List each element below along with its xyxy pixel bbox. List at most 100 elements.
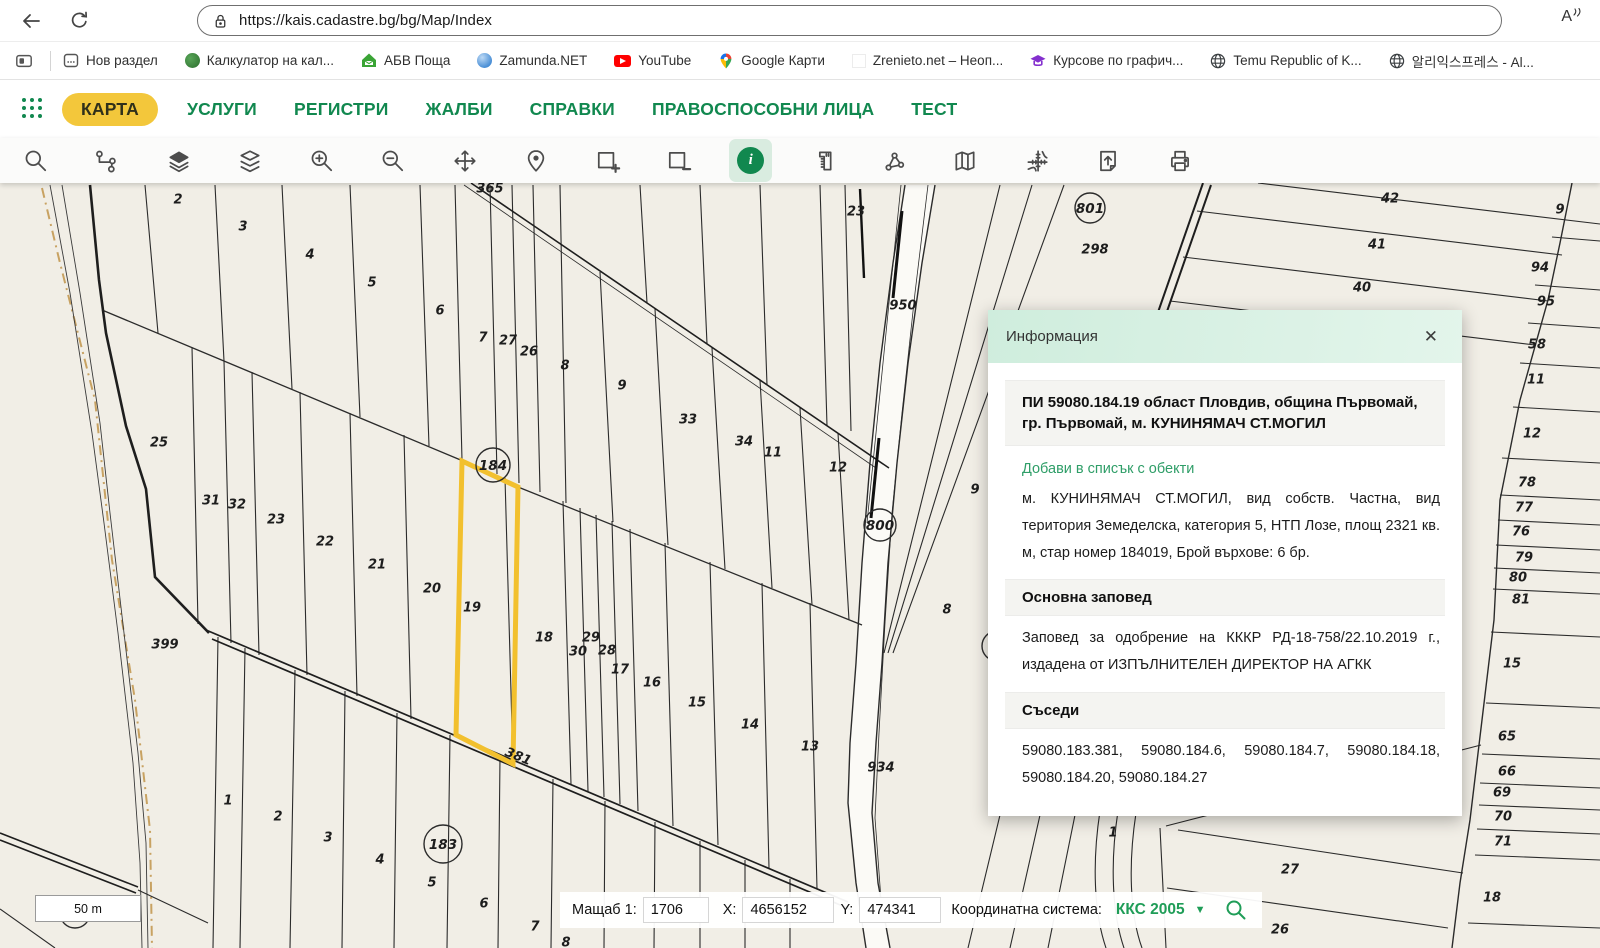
y-input[interactable] <box>859 897 941 923</box>
svg-text:23: 23 <box>267 513 285 528</box>
kais-cadastre-app: https://kais.cadastre.bg/bg/Map/Index A … <box>0 0 1600 948</box>
pan-tool[interactable] <box>429 138 501 183</box>
map-sheets-tool[interactable] <box>930 138 1002 183</box>
locate-tool[interactable] <box>501 138 573 183</box>
coordinate-search-icon[interactable] <box>1224 898 1248 922</box>
svg-text:26: 26 <box>1271 923 1289 938</box>
scale-input[interactable] <box>643 897 709 923</box>
search-tool[interactable] <box>0 138 72 183</box>
neighbors-text: 59080.183.381, 59080.184.6, 59080.184.7,… <box>1022 738 1440 792</box>
bookmark-abv[interactable]: АБВ Поща <box>361 53 450 68</box>
svg-text:7: 7 <box>478 331 488 346</box>
measure-distance-tool[interactable] <box>787 138 859 183</box>
apps-grid-icon[interactable] <box>22 98 44 120</box>
lock-icon <box>212 12 229 30</box>
svg-text:8: 8 <box>942 603 951 618</box>
svg-text:79: 79 <box>1515 551 1533 566</box>
svg-text:12: 12 <box>1523 427 1541 442</box>
bookmark-temu[interactable]: Temu Republic of K... <box>1210 53 1361 69</box>
svg-text:94: 94 <box>1531 261 1549 276</box>
svg-text:399: 399 <box>151 638 178 653</box>
abv-mail-icon <box>361 53 377 68</box>
svg-text:183: 183 <box>429 837 457 853</box>
svg-text:4: 4 <box>374 853 384 868</box>
close-icon[interactable]: ✕ <box>1418 327 1444 346</box>
svg-text:18: 18 <box>535 631 553 646</box>
svg-text:950: 950 <box>889 299 916 314</box>
svg-text:81: 81 <box>1512 593 1530 608</box>
read-aloud-icon[interactable]: A <box>1561 8 1582 26</box>
add-to-list-link[interactable]: Добави в списък с обекти <box>1022 461 1445 477</box>
chevron-down-icon[interactable]: ▼ <box>1195 904 1206 916</box>
blank-icon <box>852 54 866 68</box>
add-extent-tool[interactable] <box>572 138 644 183</box>
coordinates-tool[interactable] <box>1001 138 1073 183</box>
scale-label: Мащаб 1: <box>572 902 637 918</box>
svg-text:27: 27 <box>499 334 518 349</box>
svg-text:11: 11 <box>1527 373 1545 388</box>
identify-tool[interactable]: i <box>715 138 787 183</box>
bookmark-zrenieto[interactable]: Zrenieto.net – Неоп... <box>852 53 1003 68</box>
x-input[interactable] <box>742 897 834 923</box>
svg-text:298: 298 <box>1081 243 1108 258</box>
svg-text:800: 800 <box>866 518 894 534</box>
nav-item-uslugi[interactable]: УСЛУГИ <box>187 99 257 120</box>
svg-text:8: 8 <box>560 359 569 374</box>
svg-text:19: 19 <box>463 601 481 616</box>
back-icon[interactable] <box>14 4 48 38</box>
nav-item-spravki[interactable]: СПРАВКИ <box>530 99 615 120</box>
nav-item-registri[interactable]: РЕГИСТРИ <box>294 99 389 120</box>
bookmark-courses[interactable]: Курсове по графич... <box>1030 53 1183 68</box>
svg-text:3: 3 <box>238 220 247 235</box>
export-tool[interactable] <box>1073 138 1145 183</box>
remove-extent-tool[interactable] <box>644 138 716 183</box>
svg-text:69: 69 <box>1493 786 1511 801</box>
maps-pin-icon <box>718 53 734 69</box>
svg-text:18: 18 <box>1483 891 1501 906</box>
bookmark-youtube[interactable]: YouTube <box>614 53 691 68</box>
neighbors-section-header: Съседи <box>1005 692 1445 729</box>
bookmarks-bar: Нов раздел Калкулатор на кал... АБВ Поща… <box>0 42 1600 80</box>
svg-text:65: 65 <box>1498 730 1516 745</box>
nav-item-pravosposobni-litsa[interactable]: ПРАВОСПОСОБНИ ЛИЦА <box>652 99 874 120</box>
select-features-tool[interactable] <box>72 138 144 183</box>
svg-text:8: 8 <box>561 936 570 948</box>
svg-text:95: 95 <box>1537 295 1555 310</box>
scale-bar: 50 m <box>35 895 141 922</box>
svg-text:27: 27 <box>1281 863 1300 878</box>
order-text: Заповед за одобрение на КККР РД-18-758/2… <box>1022 625 1440 679</box>
info-panel-header: Информация ✕ <box>988 310 1462 363</box>
crs-select[interactable]: ККС 2005 <box>1116 901 1185 919</box>
tab-group-icon[interactable] <box>14 52 34 70</box>
print-tool[interactable] <box>1144 138 1216 183</box>
refresh-icon[interactable] <box>62 4 96 38</box>
parcel-heading: ПИ 59080.184.19 област Пловдив, община П… <box>1005 380 1445 446</box>
layers-tool[interactable] <box>215 138 287 183</box>
svg-text:1: 1 <box>223 794 232 809</box>
bookmark-calculator[interactable]: Калкулатор на кал... <box>185 53 334 68</box>
svg-text:14: 14 <box>741 718 759 733</box>
svg-text:12: 12 <box>829 461 847 476</box>
nav-item-karta[interactable]: КАРТА <box>62 93 158 126</box>
svg-text:32: 32 <box>228 498 246 513</box>
status-bar: Мащаб 1: X: Y: Координатна система: ККС … <box>560 892 1262 928</box>
layers-base-tool[interactable] <box>143 138 215 183</box>
nav-item-test[interactable]: ТЕСТ <box>911 99 957 120</box>
svg-text:1: 1 <box>1108 826 1117 841</box>
svg-text:17: 17 <box>611 663 630 678</box>
bookmark-new-tab[interactable]: Нов раздел <box>63 53 158 68</box>
bookmark-aliexpress[interactable]: 알리익스프레스 - Al... <box>1389 51 1534 71</box>
zoom-in-tool[interactable] <box>286 138 358 183</box>
zoom-out-tool[interactable] <box>358 138 430 183</box>
svg-text:15: 15 <box>688 696 706 711</box>
measure-area-tool[interactable] <box>858 138 930 183</box>
bookmark-google-maps[interactable]: Google Карти <box>718 53 825 69</box>
svg-text:2: 2 <box>273 810 282 825</box>
svg-text:801: 801 <box>1076 201 1104 217</box>
svg-text:7: 7 <box>530 920 540 935</box>
bookmark-zamunda[interactable]: Zamunda.NET <box>477 53 587 68</box>
svg-text:41: 41 <box>1367 238 1386 253</box>
nav-item-zhalbi[interactable]: ЖАЛБИ <box>426 99 493 120</box>
info-panel: Информация ✕ ПИ 59080.184.19 област Плов… <box>988 310 1462 816</box>
url-bar[interactable]: https://kais.cadastre.bg/bg/Map/Index <box>197 5 1502 36</box>
